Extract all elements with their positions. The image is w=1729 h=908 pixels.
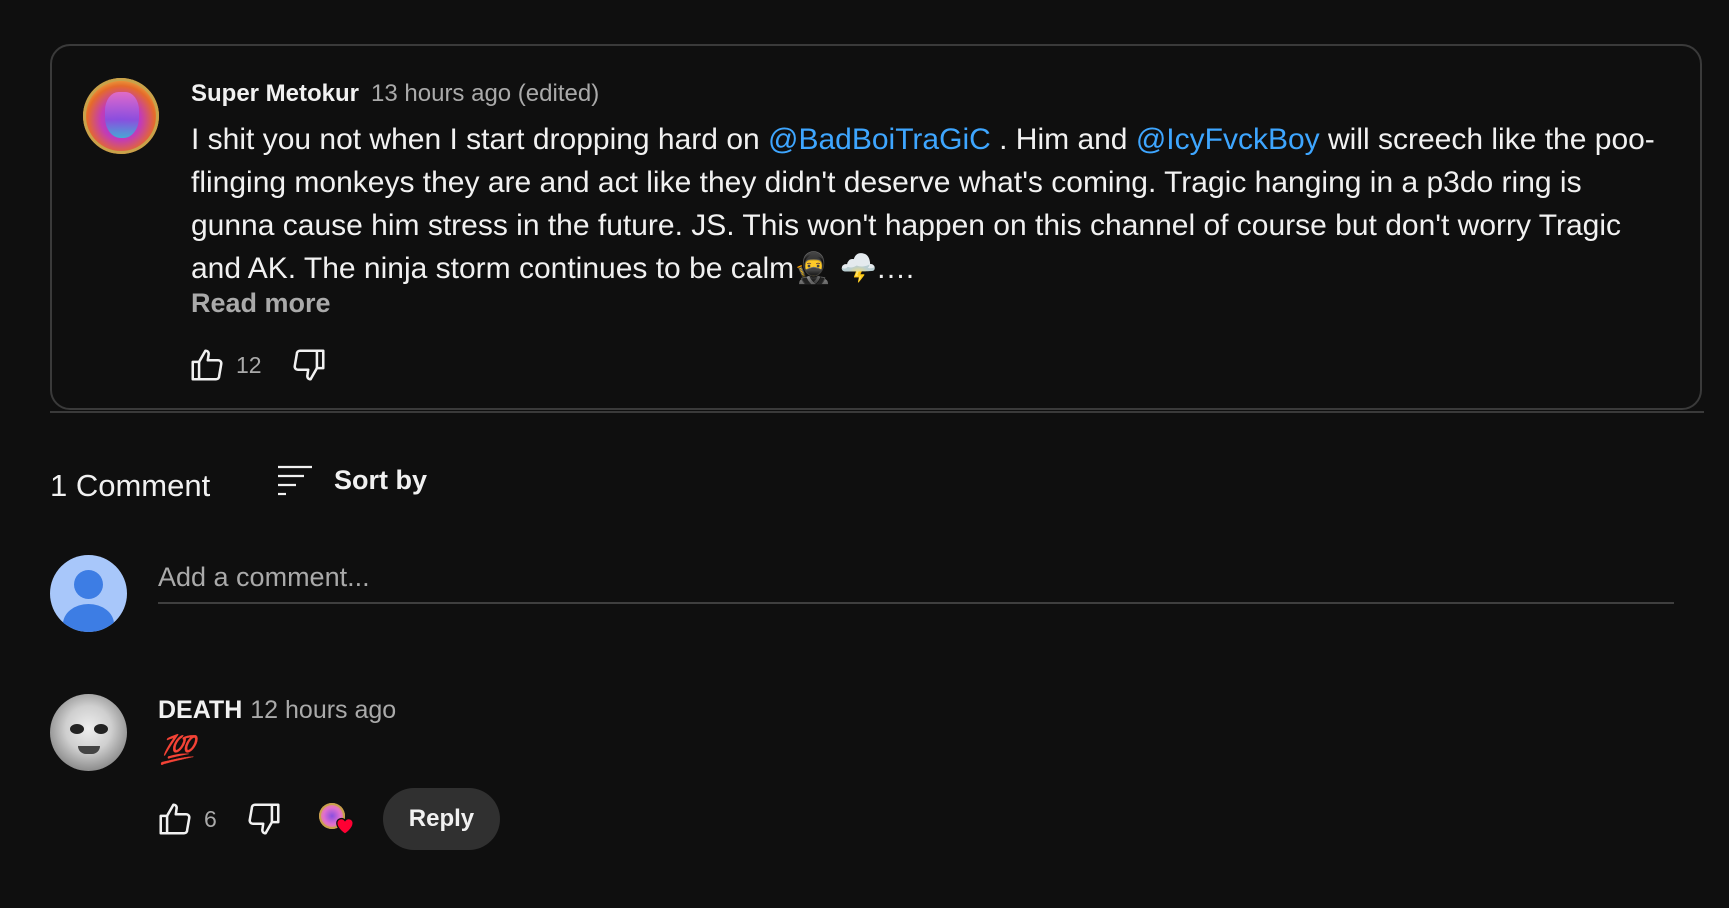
reply-timestamp[interactable]: 12 hours ago bbox=[250, 696, 396, 724]
section-divider bbox=[50, 411, 1704, 413]
read-more-button[interactable]: Read more bbox=[191, 288, 331, 319]
sort-by-button[interactable]: Sort by bbox=[276, 460, 427, 500]
comment-text-part: I shit you not when I start dropping har… bbox=[191, 123, 769, 156]
like-button[interactable] bbox=[156, 800, 194, 838]
thumbs-down-icon bbox=[248, 803, 280, 835]
comment-actions: 12 bbox=[188, 345, 328, 385]
avatar-eye bbox=[70, 724, 84, 734]
dislike-button[interactable] bbox=[290, 346, 328, 384]
reply-author-name[interactable]: DEATH bbox=[158, 696, 242, 724]
comment-text-part: . Him and bbox=[990, 123, 1136, 156]
heart-icon bbox=[335, 818, 354, 835]
add-comment-input[interactable] bbox=[158, 552, 1674, 604]
reply-button[interactable]: Reply bbox=[382, 788, 501, 850]
thumbs-up-icon bbox=[191, 349, 223, 381]
user-avatar-body bbox=[63, 604, 114, 632]
comment-timestamp[interactable]: 13 hours ago (edited) bbox=[371, 80, 599, 107]
comment-header: Super Metokur 13 hours ago (edited) bbox=[191, 80, 599, 108]
mention-link[interactable]: @BadBoiTraGiC bbox=[768, 123, 991, 156]
like-count: 6 bbox=[204, 805, 217, 832]
reply-actions: 6 Reply bbox=[156, 788, 501, 850]
reply-author-avatar[interactable] bbox=[50, 694, 127, 771]
avatar-mouth bbox=[78, 746, 100, 754]
dislike-button[interactable] bbox=[245, 800, 283, 838]
like-count: 12 bbox=[236, 351, 262, 378]
sort-icon bbox=[278, 465, 312, 496]
comment-text: I shit you not when I start dropping har… bbox=[191, 118, 1671, 290]
avatar-face bbox=[105, 92, 139, 138]
comment-author-name[interactable]: Super Metokur bbox=[191, 80, 359, 107]
current-user-avatar bbox=[50, 555, 127, 632]
comments-count: 1 Comment bbox=[50, 468, 211, 503]
sort-by-label: Sort by bbox=[334, 464, 428, 495]
avatar-eye bbox=[94, 724, 108, 734]
like-button[interactable] bbox=[188, 346, 226, 384]
comments-page: Super Metokur 13 hours ago (edited) I shi… bbox=[0, 0, 1729, 908]
reply-text: 💯 bbox=[160, 734, 195, 765]
mention-link[interactable]: @IcyFvckBoy bbox=[1136, 123, 1320, 156]
thumbs-up-icon bbox=[159, 803, 191, 835]
user-avatar-icon bbox=[74, 570, 103, 599]
creator-heart-badge bbox=[317, 799, 357, 839]
comment-author-avatar[interactable] bbox=[83, 78, 159, 154]
reply-header: DEATH 12 hours ago bbox=[158, 696, 396, 725]
thumbs-down-icon bbox=[293, 349, 325, 381]
